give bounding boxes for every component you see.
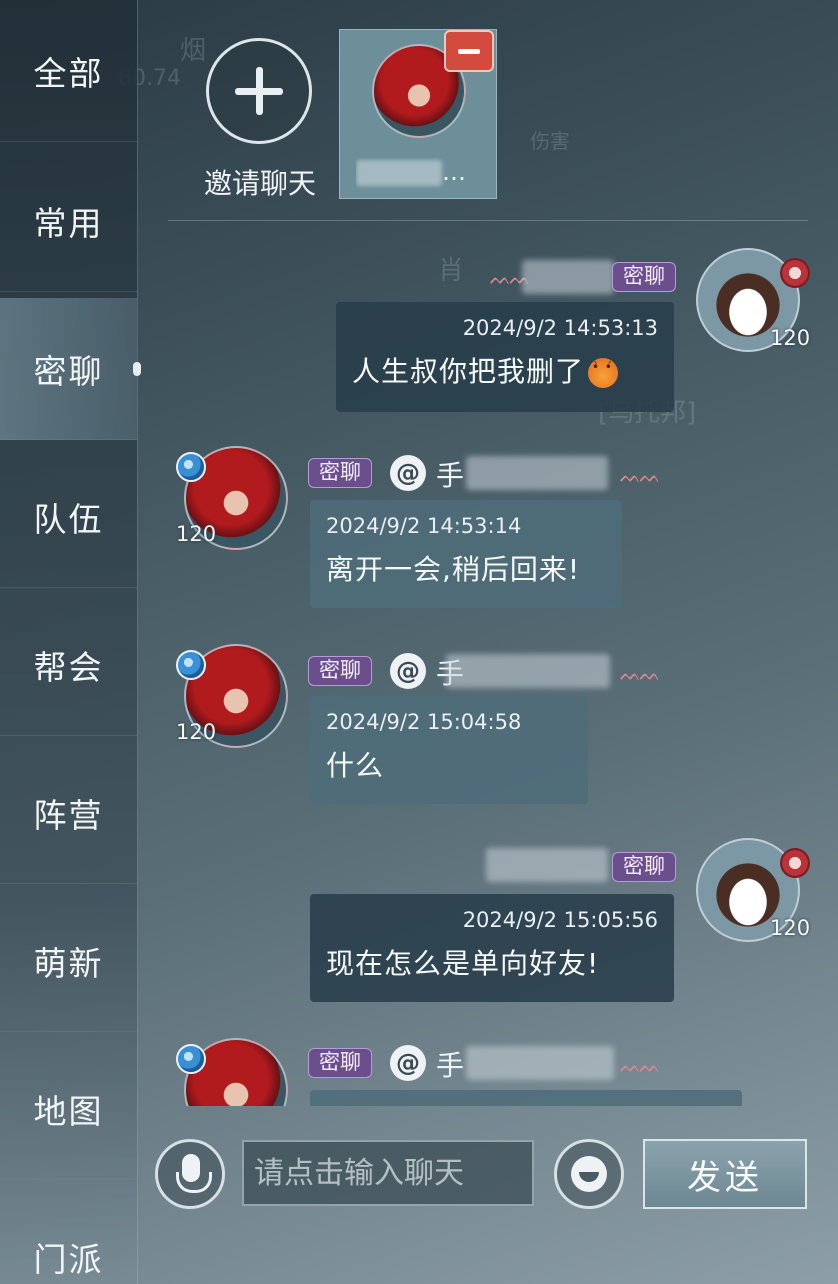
message-bubble-outgoing[interactable]: 2024/9/2 15:05:56 现在怎么是单向好友! [310, 894, 674, 1002]
sender-name-prefix: 手 [436, 459, 465, 492]
send-button[interactable]: 发送 [643, 1139, 807, 1209]
sidebar-item-map[interactable]: 地图 [0, 1038, 137, 1180]
swirl-badge-icon [176, 1044, 206, 1074]
message-timestamp: 2024/9/2 14:53:14 [326, 514, 522, 538]
member-name: … [356, 158, 486, 190]
sidebar-item-label: 密聊 [33, 351, 104, 391]
swirl-badge-icon [176, 650, 206, 680]
player-level: 120 [176, 720, 217, 744]
player-level: 120 [770, 916, 811, 940]
sidebar-item-newbie[interactable]: 萌新 [0, 890, 137, 1032]
at-mention-icon[interactable]: @ [390, 455, 426, 491]
header-divider [168, 220, 808, 221]
background-ghost-text: 烟 [180, 36, 207, 66]
sidebar-item-camp[interactable]: 阵营 [0, 742, 137, 884]
faction-badge-icon [780, 258, 810, 288]
sidebar-item-guild[interactable]: 帮会 [0, 594, 137, 736]
message-text: 现在怎么是单向好友! [326, 947, 600, 980]
message-bubble-incoming[interactable] [310, 1090, 742, 1106]
chat-input[interactable] [242, 1140, 534, 1206]
sidebar-item-label: 全部 [33, 53, 104, 93]
invite-chat-button[interactable] [206, 38, 312, 144]
sidebar-item-sect[interactable]: 门派 [0, 1186, 137, 1284]
message-bubble-outgoing[interactable]: 2024/9/2 14:53:13 人生叔你把我删了 [336, 302, 674, 412]
swirl-badge-icon [176, 452, 206, 482]
message-text: 离开一会,稍后回来! [326, 553, 581, 586]
sidebar-item-label: 常用 [33, 203, 104, 243]
at-mention-icon[interactable]: @ [390, 653, 426, 689]
player-level: 120 [770, 326, 811, 350]
remove-member-button[interactable] [444, 30, 494, 72]
at-mention-icon[interactable]: @ [390, 1045, 426, 1081]
message-text: 人生叔你把我删了 [352, 350, 658, 390]
sidebar-item-all[interactable]: 全部 [0, 0, 137, 142]
sidebar-item-common[interactable]: 常用 [0, 150, 137, 292]
redacted-name [466, 456, 608, 490]
sidebar-item-team[interactable]: 队伍 [0, 446, 137, 588]
crest-icon: ᨓᨓ [620, 1056, 661, 1077]
message-bubble-incoming[interactable]: 2024/9/2 14:53:14 离开一会,稍后回来! [310, 500, 622, 608]
sidebar-item-label: 帮会 [33, 647, 104, 687]
invite-chat-label: 邀请聊天 [203, 167, 316, 200]
redacted-name [486, 848, 608, 882]
message-timestamp: 2024/9/2 15:05:56 [462, 908, 658, 932]
sender-name-prefix: 手 [436, 1049, 465, 1082]
angry-face-icon [588, 358, 619, 388]
emoji-button[interactable] [554, 1139, 624, 1209]
private-chat-tag: 密聊 [308, 458, 372, 488]
redacted-name [356, 160, 442, 186]
private-chat-tag: 密聊 [612, 262, 676, 292]
sidebar-item-label: 队伍 [33, 499, 104, 539]
player-level: 120 [176, 522, 217, 546]
faction-badge-icon [780, 848, 810, 878]
background-ghost-text: 伤害 [530, 129, 570, 153]
sidebar-item-label: 萌新 [33, 943, 104, 983]
redacted-name [522, 260, 614, 294]
private-chat-tag: 密聊 [308, 656, 372, 686]
private-chat-tag: 密聊 [612, 852, 676, 882]
private-chat-tag: 密聊 [308, 1048, 372, 1078]
channel-sidebar: 全部 常用 密聊 队伍 帮会 阵营 萌新 地图 门派 [0, 0, 141, 1284]
message-timestamp: 2024/9/2 15:04:58 [326, 710, 522, 734]
message-text: 什么 [326, 749, 385, 782]
crest-icon: ᨓᨓ [620, 466, 661, 487]
message-timestamp: 2024/9/2 14:53:13 [462, 316, 658, 340]
message-bubble-incoming[interactable]: 2024/9/2 15:04:58 什么 [310, 696, 588, 804]
crest-icon: ᨓᨓ [620, 664, 661, 685]
sidebar-item-label: 门派 [33, 1239, 104, 1279]
sidebar-item-label: 地图 [33, 1091, 104, 1131]
sidebar-item-private-chat[interactable]: 密聊 [0, 298, 141, 440]
redacted-name [466, 1046, 614, 1080]
chat-message-list[interactable]: ᨓᨓ 密聊 120 2024/9/2 14:53:13 人生叔你把我删了 120… [140, 226, 838, 1106]
voice-input-button[interactable] [155, 1139, 225, 1209]
chat-member-card[interactable]: … [339, 29, 497, 199]
sidebar-item-label: 阵营 [33, 795, 104, 835]
redacted-name [446, 654, 610, 688]
